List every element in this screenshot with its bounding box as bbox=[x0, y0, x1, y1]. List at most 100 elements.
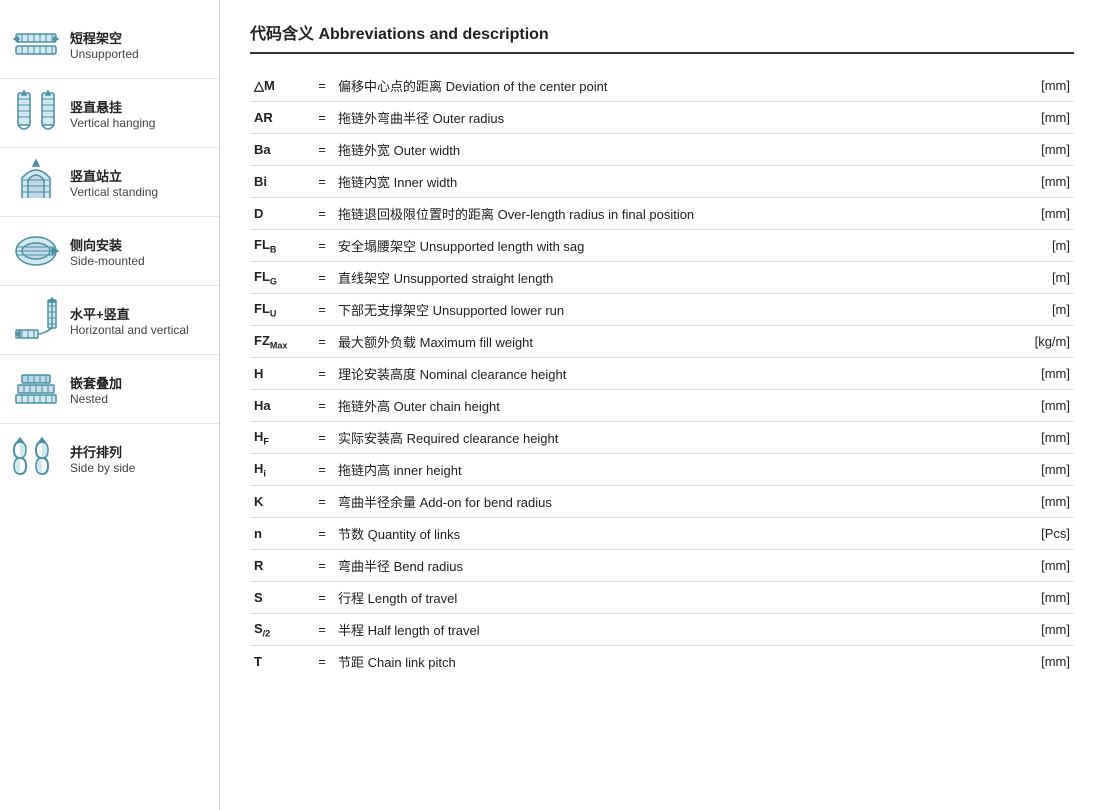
equals-cell: = bbox=[310, 358, 334, 390]
sidebar-item-nested[interactable]: 嵌套叠加 Nested bbox=[0, 355, 219, 424]
unit-cell: [Pcs] bbox=[1004, 518, 1074, 550]
vertical-standing-icon bbox=[12, 158, 60, 206]
table-row: FZMax=最大额外负载 Maximum fill weight[kg/m] bbox=[250, 326, 1074, 358]
symbol-cell: S bbox=[250, 582, 310, 614]
table-row: Ba=拖链外宽 Outer width[mm] bbox=[250, 134, 1074, 166]
sidebar-item-unsupported[interactable]: 短程架空 Unsupported bbox=[0, 10, 219, 79]
unit-cell: [mm] bbox=[1004, 102, 1074, 134]
sidebar-item-unsupported-english: Unsupported bbox=[70, 47, 139, 61]
table-row: HF=实际安装高 Required clearance height[mm] bbox=[250, 422, 1074, 454]
equals-cell: = bbox=[310, 326, 334, 358]
description-cell: 行程 Length of travel bbox=[334, 582, 1004, 614]
description-cell: 拖链退回极限位置时的距离 Over-length radius in final… bbox=[334, 198, 1004, 230]
table-row: n=节数 Quantity of links[Pcs] bbox=[250, 518, 1074, 550]
sidebar-item-horizontal-vertical[interactable]: 水平+竖直 Horizontal and vertical bbox=[0, 286, 219, 355]
symbol-cell: n bbox=[250, 518, 310, 550]
equals-cell: = bbox=[310, 102, 334, 134]
sidebar-item-horizontal-vertical-text: 水平+竖直 Horizontal and vertical bbox=[70, 304, 189, 337]
vertical-hanging-icon bbox=[12, 89, 60, 137]
unit-cell: [mm] bbox=[1004, 390, 1074, 422]
equals-cell: = bbox=[310, 422, 334, 454]
table-row: FLU=下部无支撑架空 Unsupported lower run[m] bbox=[250, 294, 1074, 326]
sidebar-item-vertical-hanging-chinese: 竖直悬挂 bbox=[70, 97, 155, 116]
description-cell: 拖链内高 inner height bbox=[334, 454, 1004, 486]
symbol-cell: △M bbox=[250, 70, 310, 102]
description-cell: 安全塌腰架空 Unsupported length with sag bbox=[334, 230, 1004, 262]
table-row: △M=偏移中心点的距离 Deviation of the center poin… bbox=[250, 70, 1074, 102]
equals-cell: = bbox=[310, 486, 334, 518]
sidebar-item-side-mounted-english: Side-mounted bbox=[70, 254, 145, 268]
sidebar-item-horizontal-vertical-chinese: 水平+竖直 bbox=[70, 304, 189, 323]
unit-cell: [mm] bbox=[1004, 358, 1074, 390]
description-cell: 拖链外弯曲半径 Outer radius bbox=[334, 102, 1004, 134]
description-cell: 拖链外宽 Outer width bbox=[334, 134, 1004, 166]
symbol-cell: Ba bbox=[250, 134, 310, 166]
symbol-cell: T bbox=[250, 646, 310, 678]
main-content: 代码含义 Abbreviations and description △M=偏移… bbox=[220, 0, 1104, 810]
unit-cell: [mm] bbox=[1004, 582, 1074, 614]
sidebar-item-nested-text: 嵌套叠加 Nested bbox=[70, 373, 122, 406]
equals-cell: = bbox=[310, 614, 334, 646]
sidebar-item-nested-english: Nested bbox=[70, 392, 122, 406]
table-row: K=弯曲半径余量 Add-on for bend radius[mm] bbox=[250, 486, 1074, 518]
symbol-cell: D bbox=[250, 198, 310, 230]
table-row: FLG=直线架空 Unsupported straight length[m] bbox=[250, 262, 1074, 294]
unit-cell: [m] bbox=[1004, 262, 1074, 294]
section-title: 代码含义 Abbreviations and description bbox=[250, 20, 1074, 54]
sidebar-item-side-mounted-text: 侧向安装 Side-mounted bbox=[70, 235, 145, 268]
sidebar-item-side-mounted[interactable]: 侧向安装 Side-mounted bbox=[0, 217, 219, 286]
table-row: Ha=拖链外高 Outer chain height[mm] bbox=[250, 390, 1074, 422]
unit-cell: [mm] bbox=[1004, 422, 1074, 454]
equals-cell: = bbox=[310, 390, 334, 422]
sidebar-item-side-by-side[interactable]: 并行排列 Side by side bbox=[0, 424, 219, 492]
table-row: R=弯曲半径 Bend radius[mm] bbox=[250, 550, 1074, 582]
symbol-cell: FLB bbox=[250, 230, 310, 262]
description-cell: 半程 Half length of travel bbox=[334, 614, 1004, 646]
description-cell: 拖链内宽 Inner width bbox=[334, 166, 1004, 198]
symbol-cell: H bbox=[250, 358, 310, 390]
table-row: AR=拖链外弯曲半径 Outer radius[mm] bbox=[250, 102, 1074, 134]
sidebar-item-side-by-side-chinese: 并行排列 bbox=[70, 442, 135, 461]
unit-cell: [mm] bbox=[1004, 198, 1074, 230]
sidebar-item-unsupported-chinese: 短程架空 bbox=[70, 28, 139, 47]
sidebar-item-nested-chinese: 嵌套叠加 bbox=[70, 373, 122, 392]
equals-cell: = bbox=[310, 550, 334, 582]
table-row: Hi=拖链内高 inner height[mm] bbox=[250, 454, 1074, 486]
horizontal-vertical-icon bbox=[12, 296, 60, 344]
unit-cell: [mm] bbox=[1004, 454, 1074, 486]
unit-cell: [mm] bbox=[1004, 134, 1074, 166]
unit-cell: [m] bbox=[1004, 230, 1074, 262]
description-cell: 弯曲半径余量 Add-on for bend radius bbox=[334, 486, 1004, 518]
sidebar-item-vertical-hanging-english: Vertical hanging bbox=[70, 116, 155, 130]
table-row: FLB=安全塌腰架空 Unsupported length with sag[m… bbox=[250, 230, 1074, 262]
equals-cell: = bbox=[310, 166, 334, 198]
sidebar-item-vertical-standing-english: Vertical standing bbox=[70, 185, 158, 199]
description-cell: 偏移中心点的距离 Deviation of the center point bbox=[334, 70, 1004, 102]
unit-cell: [mm] bbox=[1004, 166, 1074, 198]
abbreviations-table: △M=偏移中心点的距离 Deviation of the center poin… bbox=[250, 70, 1074, 677]
sidebar-item-vertical-hanging[interactable]: 竖直悬挂 Vertical hanging bbox=[0, 79, 219, 148]
unit-cell: [mm] bbox=[1004, 550, 1074, 582]
description-cell: 节数 Quantity of links bbox=[334, 518, 1004, 550]
unit-cell: [mm] bbox=[1004, 614, 1074, 646]
sidebar-item-side-mounted-chinese: 侧向安装 bbox=[70, 235, 145, 254]
equals-cell: = bbox=[310, 646, 334, 678]
nested-icon bbox=[12, 365, 60, 413]
description-cell: 拖链外高 Outer chain height bbox=[334, 390, 1004, 422]
symbol-cell: Hi bbox=[250, 454, 310, 486]
sidebar-item-horizontal-vertical-english: Horizontal and vertical bbox=[70, 323, 189, 337]
description-cell: 下部无支撑架空 Unsupported lower run bbox=[334, 294, 1004, 326]
table-row: T=节距 Chain link pitch[mm] bbox=[250, 646, 1074, 678]
equals-cell: = bbox=[310, 134, 334, 166]
table-row: D=拖链退回极限位置时的距离 Over-length radius in fin… bbox=[250, 198, 1074, 230]
description-cell: 弯曲半径 Bend radius bbox=[334, 550, 1004, 582]
equals-cell: = bbox=[310, 262, 334, 294]
description-cell: 直线架空 Unsupported straight length bbox=[334, 262, 1004, 294]
equals-cell: = bbox=[310, 198, 334, 230]
description-cell: 最大额外负载 Maximum fill weight bbox=[334, 326, 1004, 358]
table-row: S=行程 Length of travel[mm] bbox=[250, 582, 1074, 614]
unit-cell: [mm] bbox=[1004, 646, 1074, 678]
sidebar-item-vertical-standing[interactable]: 竖直站立 Vertical standing bbox=[0, 148, 219, 217]
sidebar-item-side-by-side-text: 并行排列 Side by side bbox=[70, 442, 135, 475]
symbol-cell: K bbox=[250, 486, 310, 518]
